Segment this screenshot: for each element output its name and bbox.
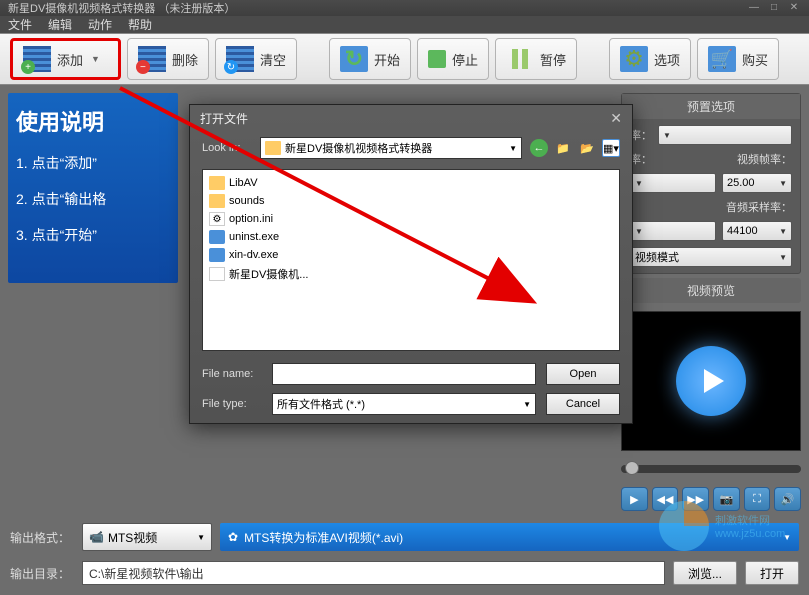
- watermark-logo-icon: [659, 501, 709, 551]
- file-open-dialog: 打开文件 ✕ Look in: 新星DV摄像机视频格式转换器 ← 📁 📂 ▦▾ …: [189, 104, 633, 424]
- format-label: 输出格式：: [10, 529, 74, 546]
- output-dir-input[interactable]: C:\新星视频软件\输出: [82, 561, 665, 585]
- toolbar: + 添加 ▼ − 删除 ↻ 清空 开始 停止 暂停 选项: [0, 33, 809, 85]
- dialog-title-text: 打开文件: [200, 110, 248, 127]
- stop-icon: [428, 50, 446, 68]
- preset-group: 预置选项 率： 率： 视频帧率： 25.00: [621, 93, 801, 274]
- window-title: 新星DV摄像机视频格式转换器 （未注册版本）: [8, 0, 235, 16]
- menu-help[interactable]: 帮助: [128, 16, 152, 33]
- minimize-button[interactable]: —: [747, 2, 761, 14]
- watermark: 刺激软件网 www.jz5u.com: [659, 496, 799, 556]
- filename-input[interactable]: [272, 363, 536, 385]
- lookin-label: Look in:: [202, 142, 252, 154]
- format-select[interactable]: 📹 MTS视频: [82, 523, 212, 551]
- exe-icon: [209, 230, 225, 244]
- preview-title: 视频预览: [621, 278, 801, 303]
- pause-button[interactable]: 暂停: [495, 38, 577, 80]
- player-play-button[interactable]: ▶: [621, 487, 648, 511]
- clear-button[interactable]: ↻ 清空: [215, 38, 297, 80]
- dialog-lookin-row: Look in: 新星DV摄像机视频格式转换器 ← 📁 📂 ▦▾: [190, 131, 632, 165]
- audio-select[interactable]: [630, 221, 716, 241]
- file-item[interactable]: ⚙option.ini: [207, 210, 615, 228]
- menu-edit[interactable]: 编辑: [48, 16, 72, 33]
- menu-action[interactable]: 动作: [88, 16, 112, 33]
- dialog-bottom: File name: Open File type: 所有文件格式 (*.*) …: [190, 355, 632, 423]
- rate-select[interactable]: [658, 125, 792, 145]
- file-item[interactable]: xin-dv.exe: [207, 246, 615, 264]
- file-list[interactable]: LibAV sounds ⚙option.ini uninst.exe xin-…: [202, 169, 620, 351]
- camera-icon: 📹: [89, 530, 104, 544]
- up-folder-icon[interactable]: 📁: [554, 139, 572, 157]
- right-panel: 预置选项 率： 率： 视频帧率： 25.00: [621, 93, 801, 511]
- add-icon: +: [23, 46, 51, 72]
- instruction-step-2: 2. 点击“输出格: [16, 189, 170, 209]
- instruction-step-1: 1. 点击“添加”: [16, 153, 170, 173]
- file-item[interactable]: 新星DV摄像机...: [207, 264, 615, 284]
- file-item[interactable]: uninst.exe: [207, 228, 615, 246]
- preset-title: 预置选项: [622, 94, 800, 119]
- dialog-close-button[interactable]: ✕: [610, 110, 622, 127]
- titlebar: 新星DV摄像机视频格式转换器 （未注册版本） — □ ✕: [0, 0, 809, 16]
- dialog-open-button[interactable]: Open: [546, 363, 620, 385]
- file-item[interactable]: LibAV: [207, 174, 615, 192]
- maximize-button[interactable]: □: [767, 2, 781, 14]
- filename-label: File name:: [202, 368, 262, 380]
- menu-file[interactable]: 文件: [8, 16, 32, 33]
- window-controls: — □ ✕: [747, 2, 801, 14]
- seek-slider[interactable]: [621, 465, 801, 473]
- filetype-select[interactable]: 所有文件格式 (*.*): [272, 393, 536, 415]
- left-panel: 使用说明 1. 点击“添加” 2. 点击“输出格 3. 点击“开始”: [8, 93, 178, 511]
- convert-icon: ✿: [228, 530, 238, 544]
- start-button[interactable]: 开始: [329, 38, 411, 80]
- audio-rate-select[interactable]: 44100: [722, 221, 792, 241]
- folder-icon: [209, 194, 225, 208]
- dialog-titlebar: 打开文件 ✕: [190, 105, 632, 131]
- dialog-cancel-button[interactable]: Cancel: [546, 393, 620, 415]
- rate-select-2[interactable]: [630, 173, 716, 193]
- fps-label: 视频帧率：: [737, 151, 792, 167]
- delete-button[interactable]: − 删除: [127, 38, 209, 80]
- exe-icon: [209, 248, 225, 262]
- file-icon: [209, 267, 225, 281]
- add-button[interactable]: + 添加 ▼: [10, 38, 121, 80]
- options-button[interactable]: 选项: [609, 38, 691, 80]
- cart-icon: [708, 46, 736, 72]
- output-row: 输出目录： C:\新星视频软件\输出 浏览... 打开: [10, 561, 799, 585]
- video-preview: [621, 311, 801, 451]
- output-dir-label: 输出目录：: [10, 565, 74, 582]
- video-mode-select[interactable]: 视频模式: [630, 247, 792, 267]
- filetype-label: File type:: [202, 398, 262, 410]
- clear-icon: ↻: [226, 46, 254, 72]
- open-output-button[interactable]: 打开: [745, 561, 799, 585]
- instructions-panel: 使用说明 1. 点击“添加” 2. 点击“输出格 3. 点击“开始”: [8, 93, 178, 283]
- new-folder-icon[interactable]: 📂: [578, 139, 596, 157]
- lookin-select[interactable]: 新星DV摄像机视频格式转换器: [260, 137, 522, 159]
- menubar: 文件 编辑 动作 帮助: [0, 16, 809, 33]
- pause-icon: [506, 46, 534, 72]
- instruction-step-3: 3. 点击“开始”: [16, 225, 170, 245]
- play-icon[interactable]: [676, 346, 746, 416]
- rate-label-2: 率：: [630, 151, 652, 167]
- fps-select[interactable]: 25.00: [722, 173, 792, 193]
- instructions-title: 使用说明: [16, 105, 170, 137]
- file-item[interactable]: sounds: [207, 192, 615, 210]
- gear-icon: [620, 46, 648, 72]
- back-icon[interactable]: ←: [530, 139, 548, 157]
- ini-icon: ⚙: [209, 212, 225, 226]
- rate-label: 率：: [630, 127, 652, 143]
- folder-icon: [265, 141, 281, 155]
- delete-icon: −: [138, 46, 166, 72]
- view-mode-icon[interactable]: ▦▾: [602, 139, 620, 157]
- close-button[interactable]: ✕: [787, 2, 801, 14]
- audio-rate-label: 音频采样率：: [726, 199, 792, 215]
- buy-button[interactable]: 购买: [697, 38, 779, 80]
- dialog-nav-icons: ← 📁 📂 ▦▾: [530, 139, 620, 157]
- browse-button[interactable]: 浏览...: [673, 561, 737, 585]
- start-icon: [340, 46, 368, 72]
- chevron-down-icon: ▼: [91, 54, 100, 64]
- stop-button[interactable]: 停止: [417, 38, 489, 80]
- folder-icon: [209, 176, 225, 190]
